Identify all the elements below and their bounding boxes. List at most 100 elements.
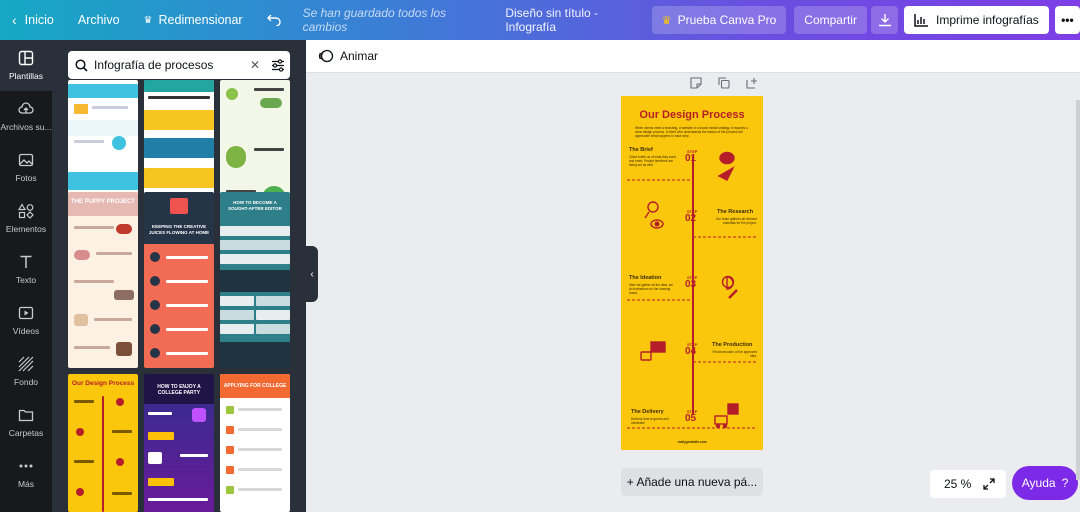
- add-page-button[interactable]: + Añade una nueva pá...: [621, 468, 763, 496]
- stage-name: The Ideation: [629, 275, 662, 281]
- rail-item-photos[interactable]: Fotos: [0, 142, 52, 193]
- template-thumbnail[interactable]: APPLYING FOR COLLEGE: [220, 374, 290, 512]
- resize-button[interactable]: ♛ Redimensionar: [132, 0, 255, 40]
- rail-item-videos[interactable]: Vídeos: [0, 295, 52, 346]
- document-title[interactable]: Diseño sin título - Infografía: [505, 6, 637, 34]
- stage-description: Delivery time is gonna and celebrate!: [631, 417, 669, 425]
- template-thumbnail[interactable]: Our Design Process: [68, 374, 138, 512]
- upload-cloud-icon: [18, 102, 34, 114]
- print-label: Imprime infografías: [936, 13, 1039, 27]
- zoom-level[interactable]: 25 %: [944, 477, 971, 491]
- design-footer: reallygreatsite.com: [677, 440, 707, 444]
- template-search-field[interactable]: Infografía de procesos ✕: [68, 51, 290, 79]
- step-number: 01: [685, 153, 697, 164]
- help-label: Ayuda: [1021, 476, 1056, 490]
- stage-name: The Production: [712, 342, 753, 348]
- chevron-left-icon: ‹: [310, 268, 314, 280]
- stage-name: The Research: [717, 209, 754, 215]
- stage-name: The Brief: [629, 147, 653, 153]
- step-number: 05: [685, 413, 697, 424]
- step-number: 04: [685, 346, 697, 357]
- home-label: Inicio: [24, 13, 54, 27]
- stage-name: The Delivery: [631, 409, 664, 415]
- shapes-icon: [18, 203, 34, 219]
- top-bar: ‹ Inicio Archivo ♛ Redimensionar Se han …: [0, 0, 1080, 40]
- rail-item-more[interactable]: Más: [0, 448, 52, 499]
- video-icon: [18, 306, 34, 320]
- note-icon[interactable]: [688, 76, 704, 90]
- template-title: HOW TO ENJOY A COLLEGE PARTY: [157, 384, 201, 396]
- more-dots-icon: [19, 464, 33, 468]
- rail-label: Carpetas: [8, 428, 44, 438]
- template-thumbnail[interactable]: THE PUPPY PROJECT: [68, 192, 138, 368]
- fullscreen-icon[interactable]: [983, 478, 996, 490]
- zoom-control[interactable]: 25 %: [930, 470, 1006, 498]
- rail-label: Texto: [15, 275, 37, 285]
- step-number: 02: [685, 213, 697, 224]
- step-number: 03: [685, 279, 697, 290]
- download-icon: [878, 14, 891, 27]
- stage-description: Final execution of the approved idea.: [712, 350, 757, 358]
- save-status: Se han guardado todos los cambios: [302, 6, 447, 34]
- template-thumbnail[interactable]: HOW TO BECOME A SOUGHT-AFTER EDITOR: [220, 192, 290, 368]
- template-title: KEEPING THE CREATIVE JUICES FLOWING AT H…: [148, 224, 210, 235]
- stage-description: Our team gathers all relevant materials …: [715, 217, 757, 225]
- share-button[interactable]: Compartir: [794, 6, 867, 34]
- rail-item-templates[interactable]: Plantillas: [0, 40, 52, 91]
- search-input[interactable]: Infografía de procesos: [94, 58, 244, 72]
- rail-item-background[interactable]: Fondo: [0, 346, 52, 397]
- try-pro-button[interactable]: ♛ Prueba Canva Pro: [651, 6, 787, 34]
- try-pro-label: Prueba Canva Pro: [677, 13, 777, 27]
- home-button[interactable]: ‹ Inicio: [0, 0, 66, 40]
- pattern-icon: [18, 356, 34, 372]
- file-menu-button[interactable]: Archivo: [66, 0, 132, 40]
- stage-description: After we gather all the data, we do brai…: [629, 283, 673, 295]
- chevron-left-icon: ‹: [12, 12, 17, 28]
- editor-toolbar: Animar: [306, 40, 1080, 73]
- canvas-scrollbar[interactable]: [1076, 100, 1080, 480]
- rail-label: Fotos: [15, 173, 37, 183]
- help-button[interactable]: Ayuda ?: [1012, 466, 1078, 500]
- template-title: Our Design Process: [71, 380, 135, 387]
- print-infographics-button[interactable]: Imprime infografías: [904, 6, 1049, 34]
- design-page[interactable]: Our Design Process When clients need a b…: [621, 96, 763, 450]
- text-icon: [20, 255, 32, 268]
- rail-item-elements[interactable]: Elementos: [0, 193, 52, 244]
- rail-label: Archivos su...: [0, 122, 52, 132]
- crown-icon: ♛: [143, 14, 153, 26]
- bar-chart-icon: [914, 13, 929, 27]
- rail-label: Plantillas: [8, 71, 44, 81]
- rail-item-text[interactable]: Texto: [0, 244, 52, 295]
- rail-label: Vídeos: [12, 326, 40, 336]
- image-icon: [18, 153, 34, 167]
- resize-label: Redimensionar: [158, 13, 243, 27]
- rail-item-uploads[interactable]: Archivos su...: [0, 91, 52, 142]
- duplicate-page-icon[interactable]: [716, 76, 732, 90]
- rail-label: Fondo: [13, 377, 39, 387]
- search-icon: [68, 58, 94, 72]
- rail-label: Elementos: [5, 224, 47, 234]
- animate-label: Animar: [340, 49, 379, 63]
- stage-description: Client briefs us of what they want and n…: [629, 155, 676, 167]
- template-thumbnail[interactable]: KEEPING THE CREATIVE JUICES FLOWING AT H…: [144, 192, 214, 368]
- template-title: HOW TO BECOME A SOUGHT-AFTER EDITOR: [228, 200, 282, 211]
- more-options-button[interactable]: •••: [1054, 6, 1080, 34]
- side-navigation: Plantillas Archivos su... Fotos Elemento…: [0, 40, 52, 512]
- undo-button[interactable]: [255, 0, 293, 40]
- rail-item-folders[interactable]: Carpetas: [0, 397, 52, 448]
- template-title: APPLYING FOR COLLEGE: [223, 383, 287, 389]
- page-tools: [688, 76, 760, 90]
- undo-icon: [266, 14, 281, 26]
- clear-search-icon[interactable]: ✕: [244, 58, 266, 72]
- template-thumbnail[interactable]: HOW TO ENJOY A COLLEGE PARTY: [144, 374, 214, 512]
- template-title: THE PUPPY PROJECT: [71, 199, 135, 205]
- collapse-panel-button[interactable]: ‹: [306, 246, 318, 302]
- download-button[interactable]: [870, 6, 899, 34]
- folder-icon: [18, 409, 34, 422]
- layout-icon: [18, 50, 34, 66]
- add-page-icon[interactable]: [744, 76, 760, 90]
- filter-icon[interactable]: [266, 58, 290, 72]
- crown-icon: ♛: [661, 14, 672, 27]
- rail-label: Más: [17, 479, 35, 489]
- animate-button[interactable]: Animar: [318, 49, 378, 63]
